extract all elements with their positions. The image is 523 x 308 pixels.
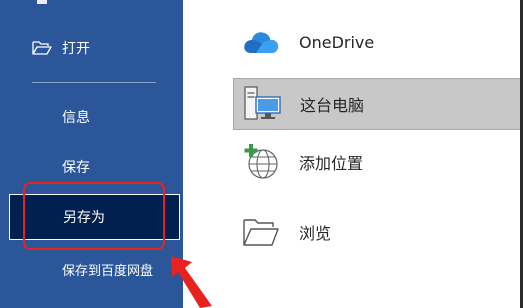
location-onedrive[interactable]: OneDrive bbox=[233, 19, 523, 65]
folder-icon bbox=[241, 215, 281, 249]
sidebar-item-open[interactable]: 打开 bbox=[0, 28, 183, 68]
globe-plus-icon bbox=[241, 144, 281, 179]
location-label: 这台电脑 bbox=[300, 96, 365, 115]
location-browse[interactable]: 浏览 bbox=[233, 209, 523, 255]
content-gutter bbox=[183, 0, 233, 308]
sidebar-item-label: 保存到百度网盘 bbox=[62, 263, 154, 279]
sidebar-item-save-to-baidu[interactable]: 保存到百度网盘 bbox=[0, 249, 183, 289]
sidebar-item-info[interactable]: 信息 bbox=[0, 97, 183, 137]
folder-open-icon bbox=[32, 41, 52, 55]
sidebar-item-label: 另存为 bbox=[63, 210, 105, 226]
sidebar-item-save[interactable]: 保存 bbox=[0, 147, 183, 187]
cloud-icon bbox=[241, 25, 281, 59]
location-this-pc[interactable]: 这台电脑 bbox=[233, 78, 523, 130]
sidebar-divider bbox=[32, 82, 156, 83]
sidebar-item-label: 信息 bbox=[62, 110, 90, 126]
location-label: 浏览 bbox=[299, 224, 332, 243]
save-as-backstage: 打开 信息 保存 另存为 保存到百度网盘 OneDrive 这台电脑 添加位置 … bbox=[0, 0, 523, 308]
computer-icon bbox=[242, 86, 282, 121]
sidebar-item-save-as[interactable]: 另存为 bbox=[9, 194, 180, 240]
backstage-sidebar: 打开 信息 保存 另存为 保存到百度网盘 bbox=[0, 0, 183, 308]
sidebar-item-label: 保存 bbox=[62, 160, 90, 176]
back-arrow-icon[interactable] bbox=[37, 0, 47, 4]
sidebar-item-label: 打开 bbox=[62, 41, 90, 57]
location-label: 添加位置 bbox=[299, 154, 364, 173]
location-label: OneDrive bbox=[299, 32, 375, 52]
location-add-place[interactable]: 添加位置 bbox=[233, 139, 523, 185]
